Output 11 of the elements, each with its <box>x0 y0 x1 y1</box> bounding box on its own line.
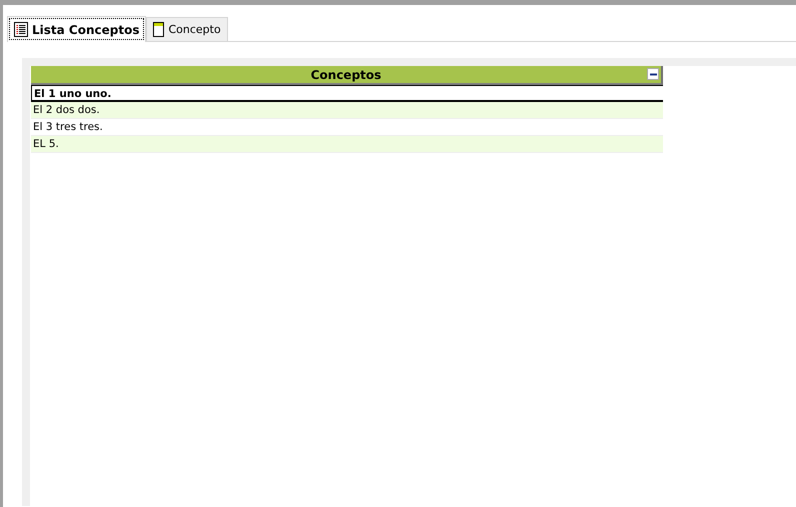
table-cell[interactable]: El 3 tres tres. <box>31 119 663 136</box>
tab[interactable]: Concepto <box>146 17 228 41</box>
tab[interactable]: Lista Conceptos <box>7 16 146 42</box>
list-icon <box>14 22 28 37</box>
table-cell[interactable]: El 2 dos dos. <box>31 102 663 119</box>
dash-icon <box>650 72 656 76</box>
table-cell[interactable]: EL 5. <box>31 136 663 153</box>
table-cell[interactable]: El 1 uno uno. <box>31 85 663 102</box>
document-icon <box>153 22 164 37</box>
column-header[interactable]: Conceptos <box>31 66 663 85</box>
dropdown-button[interactable] <box>647 68 659 80</box>
